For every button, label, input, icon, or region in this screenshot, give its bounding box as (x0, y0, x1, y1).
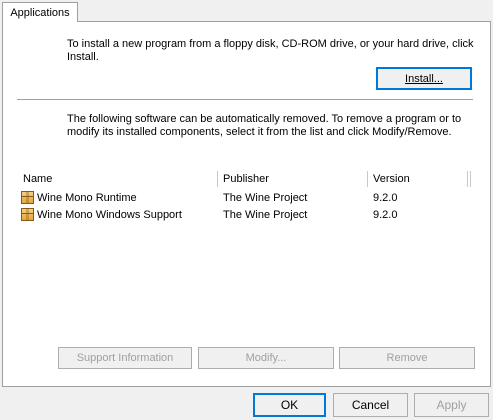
support-information-button[interactable]: Support Information (58, 347, 192, 369)
apply-button[interactable]: Apply (414, 393, 489, 417)
install-button-label: Install... (405, 72, 443, 85)
column-header-name[interactable]: Name (23, 168, 52, 190)
column-resize-handle[interactable] (467, 171, 468, 187)
list-item[interactable]: Wine Mono Windows Support The Wine Proje… (17, 207, 479, 223)
cancel-label: Cancel (351, 398, 390, 412)
cancel-button[interactable]: Cancel (333, 393, 408, 417)
apply-label: Apply (436, 398, 467, 412)
tab-applications-label: Applications (10, 6, 70, 19)
list-item-version: 9.2.0 (373, 209, 398, 221)
column-resize-handle[interactable] (217, 171, 218, 187)
applications-panel: To install a new program from a floppy d… (2, 21, 491, 387)
install-intro-text: To install a new program from a floppy d… (67, 38, 474, 63)
modify-button[interactable]: Modify... (198, 347, 334, 369)
section-divider (17, 99, 473, 101)
list-item-name: Wine Mono Windows Support (37, 209, 182, 221)
remove-label: Remove (386, 352, 428, 364)
column-header-version[interactable]: Version (373, 168, 410, 190)
package-icon (21, 191, 34, 204)
list-item-publisher: The Wine Project (223, 209, 308, 221)
package-icon (21, 208, 34, 221)
install-button[interactable]: Install... (376, 67, 472, 90)
list-item-version: 9.2.0 (373, 192, 398, 204)
list-item-publisher: The Wine Project (223, 192, 308, 204)
remove-button[interactable]: Remove (339, 347, 475, 369)
list-item[interactable]: Wine Mono Runtime The Wine Project 9.2.0 (17, 190, 479, 206)
column-resize-handle[interactable] (367, 171, 368, 187)
column-header-publisher[interactable]: Publisher (223, 168, 269, 190)
installed-programs-list[interactable]: Name Publisher Version Wine Mono Runtime… (17, 168, 479, 338)
support-information-label: Support Information (76, 352, 174, 364)
remove-intro-text: The following software can be automatica… (67, 113, 462, 138)
ok-button[interactable]: OK (253, 393, 326, 417)
column-resize-handle (470, 171, 471, 187)
tab-applications[interactable]: Applications (2, 2, 78, 22)
ok-label: OK (280, 398, 299, 412)
modify-label: Modify... (245, 352, 287, 364)
list-item-name: Wine Mono Runtime (37, 192, 137, 204)
